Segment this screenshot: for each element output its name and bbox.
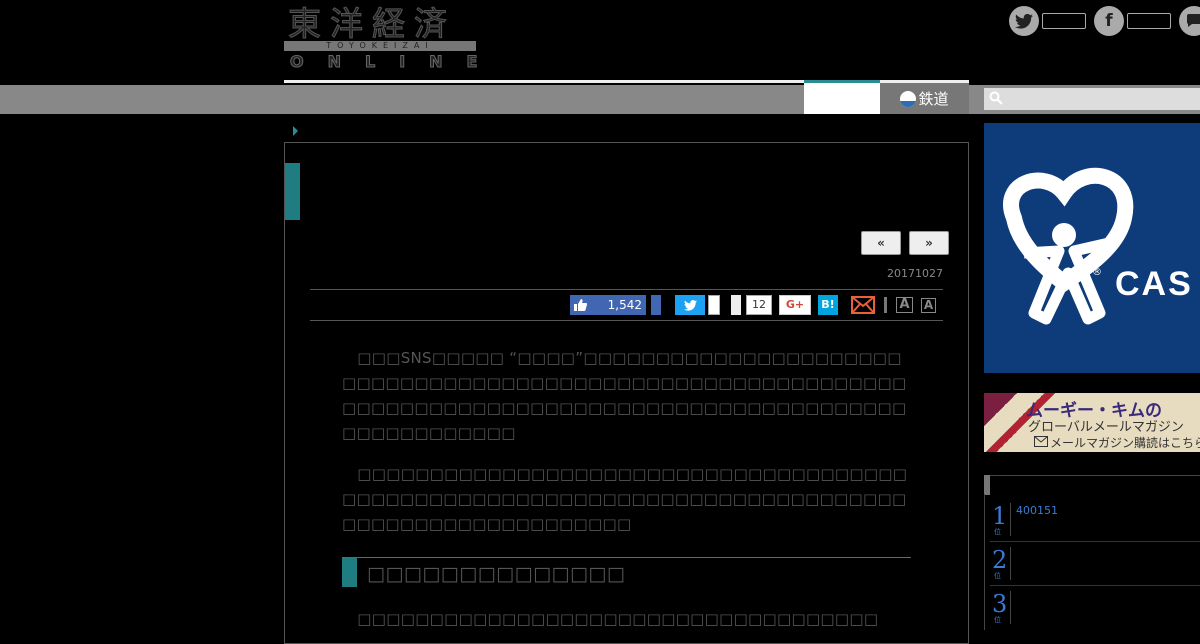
facebook-f: f	[1105, 11, 1113, 31]
rank-number: 2	[992, 546, 1008, 574]
tweet-button[interactable]	[675, 295, 705, 315]
prev-page-button[interactable]: «	[861, 231, 901, 255]
font-size-small-button[interactable]: A	[921, 298, 936, 313]
rank-separator	[990, 585, 1200, 586]
sidebar-ad-brand: CAS	[1115, 265, 1193, 303]
share-bar-top-border	[310, 289, 943, 290]
section-heading-rule	[342, 557, 911, 558]
heart-person-logo-icon: ®	[1003, 167, 1134, 325]
share-separator	[884, 297, 887, 313]
search-icon[interactable]	[989, 91, 1003, 105]
twitter-follow-count[interactable]	[1042, 13, 1086, 29]
train-icon	[900, 90, 917, 107]
site-logo-romaji: TOYOKEIZAI	[326, 41, 434, 50]
site-logo-online: ONLINE	[289, 52, 502, 72]
rank-number: 3	[992, 590, 1008, 618]
nav-tab-rail[interactable]: 鉄道	[880, 83, 969, 114]
article-paragraph: □□□SNS□□□□□ “□□□□”□□□□□□□□□□□□□□□□□□□□□□…	[342, 349, 907, 442]
comment-icon[interactable]	[1179, 6, 1200, 36]
facebook-icon[interactable]: f	[1094, 6, 1124, 36]
rank-suffix: 位	[994, 572, 1001, 580]
facebook-share-button[interactable]	[651, 295, 661, 315]
rank-divider	[1010, 591, 1011, 624]
rank-divider	[1010, 547, 1011, 580]
ranking-header	[984, 475, 1200, 496]
nav-top-border	[284, 80, 804, 83]
article-date: 20171027	[887, 267, 943, 280]
facebook-like-count: 1,542	[607, 298, 642, 312]
share-bar-bottom-border	[310, 320, 943, 321]
svg-text:®: ®	[1092, 267, 1102, 278]
envelope-icon	[1034, 436, 1048, 447]
section-heading-accent	[342, 558, 357, 587]
twitter-bird-icon	[1015, 13, 1033, 29]
rank-divider	[1010, 503, 1011, 536]
rank-suffix: 位	[994, 528, 1001, 536]
section-heading: □□□□□□□□□□□□□□	[367, 563, 626, 585]
facebook-like-count[interactable]	[1127, 13, 1171, 29]
twitter-icon	[683, 299, 697, 311]
pocket-button[interactable]	[731, 295, 741, 315]
nav-tab-active[interactable]	[804, 83, 880, 114]
twitter-icon[interactable]	[1009, 6, 1039, 36]
breadcrumb-arrow-icon	[293, 126, 298, 136]
facebook-like-button[interactable]: 1,542	[570, 295, 646, 315]
search-input[interactable]	[984, 88, 1200, 110]
next-page-button[interactable]: »	[909, 231, 949, 255]
mail-magazine-subtitle: グローバルメールマガジン	[1028, 420, 1184, 435]
font-size-large-button[interactable]: A	[896, 297, 913, 313]
mail-icon[interactable]	[851, 296, 875, 314]
pocket-count: 12	[746, 295, 772, 315]
article-paragraph: □□□□□□□□□□□□□□□□□□□□□□□□□□□□□□□□□□□□□□□□…	[342, 465, 908, 533]
sidebar-ad-banner[interactable]: ®	[984, 123, 1200, 373]
article-title-accent	[285, 163, 300, 220]
speech-bubble-icon	[1186, 14, 1200, 27]
google-plus-button[interactable]: G+	[779, 295, 811, 315]
thumbs-up-icon	[574, 299, 587, 311]
site-logo-kanji[interactable]: 東洋経済	[288, 4, 456, 44]
hatena-bookmark-button[interactable]: B!	[818, 295, 838, 315]
rank-suffix: 位	[994, 616, 1001, 624]
rank-separator	[990, 541, 1200, 542]
rank-number: 1	[992, 502, 1008, 530]
ranking-header-accent	[984, 475, 990, 495]
ranking-item-title[interactable]: 400151	[1016, 504, 1058, 517]
article-paragraph: □□□□□□□□□□□□□□□□□□□□□□□□□□□□□□□□□□□□	[342, 610, 879, 628]
mail-magazine-cta: メールマガジン購読はこちら	[1050, 436, 1200, 450]
tweet-count	[708, 295, 720, 315]
nav-tab-rail-label: 鉄道	[918, 90, 949, 108]
